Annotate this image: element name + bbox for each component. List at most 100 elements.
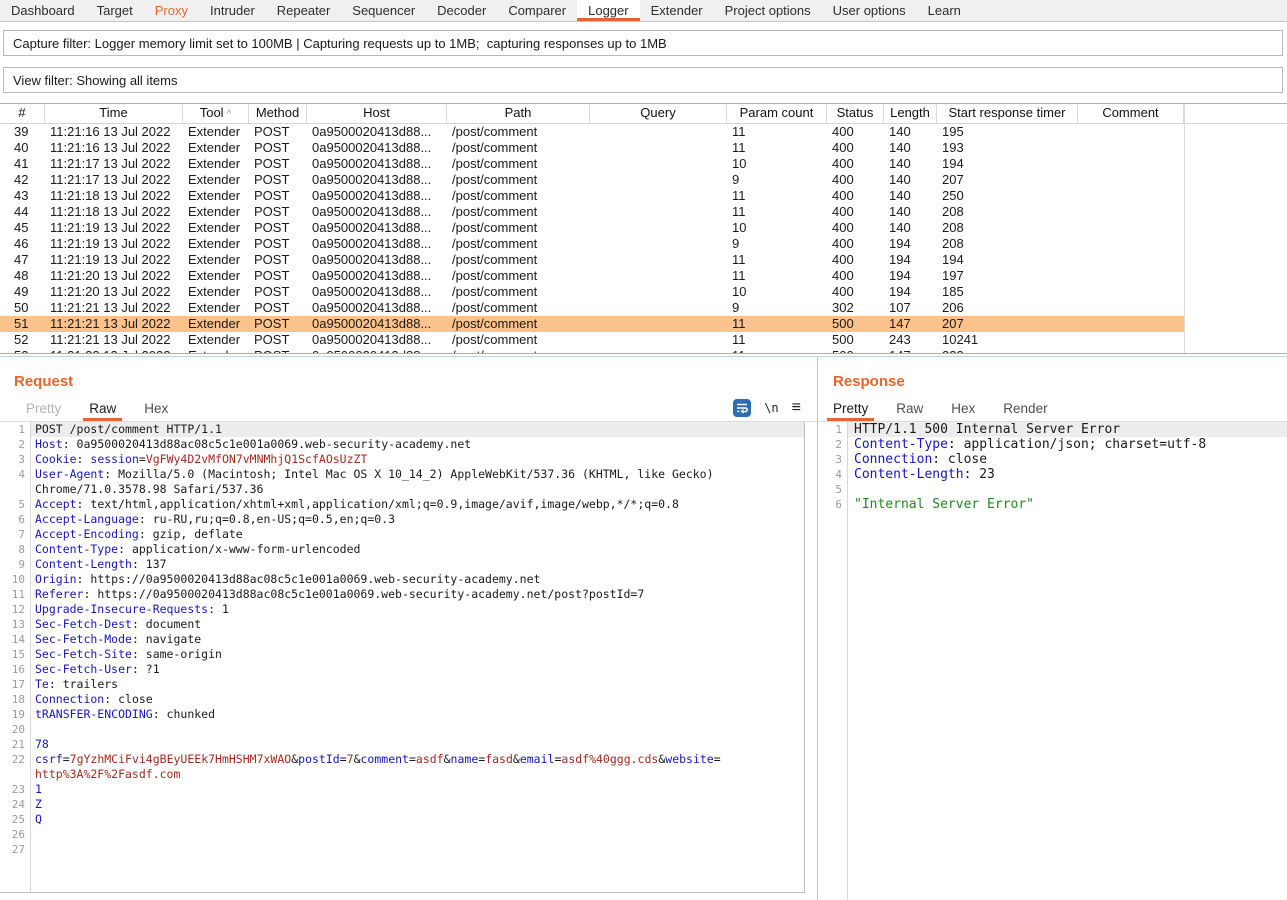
capture-filter-bar[interactable]: Capture filter: Logger memory limit set … xyxy=(3,30,1283,56)
cell-path: /post/comment xyxy=(447,332,590,348)
cell-status: 400 xyxy=(827,188,884,204)
request-tab-pretty[interactable]: Pretty xyxy=(20,397,67,421)
request-line: 1POST /post/comment HTTP/1.1 xyxy=(0,422,804,437)
table-row[interactable]: 4211:21:17 13 Jul 2022ExtenderPOST0a9500… xyxy=(0,172,1184,188)
cell-status: 500 xyxy=(827,316,884,332)
menu-tab-comparer[interactable]: Comparer xyxy=(497,0,577,21)
menu-tab-intruder[interactable]: Intruder xyxy=(199,0,266,21)
cell-method: POST xyxy=(249,348,307,354)
cell-timer: 193 xyxy=(937,140,1078,156)
table-row[interactable]: 4611:21:19 13 Jul 2022ExtenderPOST0a9500… xyxy=(0,236,1184,252)
cell-status: 400 xyxy=(827,140,884,156)
column-header-start-response-timer[interactable]: Start response timer xyxy=(937,104,1078,123)
menu-tab-target[interactable]: Target xyxy=(86,0,144,21)
column-header-length[interactable]: Length xyxy=(884,104,937,123)
cell-comment xyxy=(1078,316,1184,332)
table-row[interactable]: 4111:21:17 13 Jul 2022ExtenderPOST0a9500… xyxy=(0,156,1184,172)
request-line-text: Origin: https://0a9500020413d88ac08c5c1e… xyxy=(30,572,804,587)
line-number: 5 xyxy=(819,482,847,497)
menu-tab-extender[interactable]: Extender xyxy=(640,0,714,21)
column-header-comment[interactable]: Comment xyxy=(1078,104,1184,123)
request-tab-raw[interactable]: Raw xyxy=(83,397,122,421)
table-row[interactable]: 5111:21:21 13 Jul 2022ExtenderPOST0a9500… xyxy=(0,316,1184,332)
request-line-text: Sec-Fetch-Site: same-origin xyxy=(30,647,804,662)
cell-tool: Extender xyxy=(183,220,249,236)
word-wrap-icon[interactable] xyxy=(733,399,751,417)
request-editor[interactable]: 1POST /post/comment HTTP/1.12Host: 0a950… xyxy=(0,422,805,893)
request-line-text: Q xyxy=(30,812,804,827)
response-line-text xyxy=(847,482,1287,497)
cell-tool: Extender xyxy=(183,172,249,188)
menu-tab-logger[interactable]: Logger xyxy=(577,0,639,21)
menu-tab-project-options[interactable]: Project options xyxy=(714,0,822,21)
cell-query xyxy=(590,172,727,188)
cell-param_count: 10 xyxy=(727,284,827,300)
column-header-time[interactable]: Time xyxy=(45,104,183,123)
cell-length: 147 xyxy=(884,316,937,332)
cell-param_count: 9 xyxy=(727,172,827,188)
cell-method: POST xyxy=(249,284,307,300)
column-header-query[interactable]: Query xyxy=(590,104,727,123)
column-header-path[interactable]: Path xyxy=(447,104,590,123)
table-row[interactable]: 4911:21:20 13 Jul 2022ExtenderPOST0a9500… xyxy=(0,284,1184,300)
table-row[interactable]: 4811:21:20 13 Jul 2022ExtenderPOST0a9500… xyxy=(0,268,1184,284)
cell-comment xyxy=(1078,268,1184,284)
line-number: 25 xyxy=(0,812,30,827)
column-header-status[interactable]: Status xyxy=(827,104,884,123)
request-line: 26 xyxy=(0,827,804,842)
editor-menu-icon[interactable]: ≡ xyxy=(792,399,801,417)
response-tab-raw[interactable]: Raw xyxy=(890,397,929,421)
table-row[interactable]: 5011:21:21 13 Jul 2022ExtenderPOST0a9500… xyxy=(0,300,1184,316)
cell-status: 400 xyxy=(827,172,884,188)
table-row[interactable]: 4711:21:19 13 Jul 2022ExtenderPOST0a9500… xyxy=(0,252,1184,268)
menu-tab-sequencer[interactable]: Sequencer xyxy=(341,0,426,21)
response-line: 3Connection: close xyxy=(819,452,1287,467)
menu-tab-learn[interactable]: Learn xyxy=(917,0,972,21)
column-header-param-count[interactable]: Param count xyxy=(727,104,827,123)
menu-tab-repeater[interactable]: Repeater xyxy=(266,0,341,21)
cell-query xyxy=(590,252,727,268)
newline-icon[interactable]: \n xyxy=(764,401,778,415)
response-line: 2Content-Type: application/json; charset… xyxy=(819,437,1287,452)
cell-host: 0a9500020413d88... xyxy=(307,268,447,284)
cell-time: 11:21:19 13 Jul 2022 xyxy=(45,236,183,252)
request-line: 15Sec-Fetch-Site: same-origin xyxy=(0,647,804,662)
table-row[interactable]: 4311:21:18 13 Jul 2022ExtenderPOST0a9500… xyxy=(0,188,1184,204)
cell-length: 140 xyxy=(884,204,937,220)
table-row[interactable]: 4011:21:16 13 Jul 2022ExtenderPOST0a9500… xyxy=(0,140,1184,156)
response-tab-hex[interactable]: Hex xyxy=(945,397,981,421)
column-header-method[interactable]: Method xyxy=(249,104,307,123)
menu-tab-user-options[interactable]: User options xyxy=(822,0,917,21)
cell-timer: 185 xyxy=(937,284,1078,300)
menu-tab-dashboard[interactable]: Dashboard xyxy=(0,0,86,21)
table-row[interactable]: 4411:21:18 13 Jul 2022ExtenderPOST0a9500… xyxy=(0,204,1184,220)
request-line: 231 xyxy=(0,782,804,797)
request-tab-hex[interactable]: Hex xyxy=(138,397,174,421)
line-number: 22 xyxy=(0,752,30,782)
cell-param_count: 11 xyxy=(727,204,827,220)
response-tab-render[interactable]: Render xyxy=(997,397,1053,421)
response-editor[interactable]: 1HTTP/1.1 500 Internal Server Error2Cont… xyxy=(819,422,1287,900)
table-row[interactable]: 5311:21:22 13 Jul 2022ExtenderPOST0a9500… xyxy=(0,348,1184,354)
view-filter-bar[interactable]: View filter: Showing all items xyxy=(3,67,1283,93)
cell-num: 47 xyxy=(0,252,45,268)
line-number: 27 xyxy=(0,842,30,857)
request-line-text: Z xyxy=(30,797,804,812)
menu-tab-decoder[interactable]: Decoder xyxy=(426,0,497,21)
cell-num: 52 xyxy=(0,332,45,348)
response-tab-pretty[interactable]: Pretty xyxy=(827,397,874,421)
table-row[interactable]: 4511:21:19 13 Jul 2022ExtenderPOST0a9500… xyxy=(0,220,1184,236)
request-line-text: Cookie: session=VgFWy4D2vMfON7vMNMhjQ1Sc… xyxy=(30,452,804,467)
table-row[interactable]: 5211:21:21 13 Jul 2022ExtenderPOST0a9500… xyxy=(0,332,1184,348)
cell-tool: Extender xyxy=(183,348,249,354)
column-header-host[interactable]: Host xyxy=(307,104,447,123)
cell-time: 11:21:19 13 Jul 2022 xyxy=(45,220,183,236)
column-header-label: Time xyxy=(99,105,127,120)
menu-tab-proxy[interactable]: Proxy xyxy=(144,0,199,21)
column-header-tool[interactable]: Tool^ xyxy=(183,104,249,123)
line-number: 18 xyxy=(0,692,30,707)
table-row[interactable]: 3911:21:16 13 Jul 2022ExtenderPOST0a9500… xyxy=(0,124,1184,140)
request-line-text: csrf=7gYzhMCiFvi4gBEyUEEk7HmHSHM7xWAO&po… xyxy=(30,752,804,782)
request-line: 11Referer: https://0a9500020413d88ac08c5… xyxy=(0,587,804,602)
column-header--[interactable]: # xyxy=(0,104,45,123)
